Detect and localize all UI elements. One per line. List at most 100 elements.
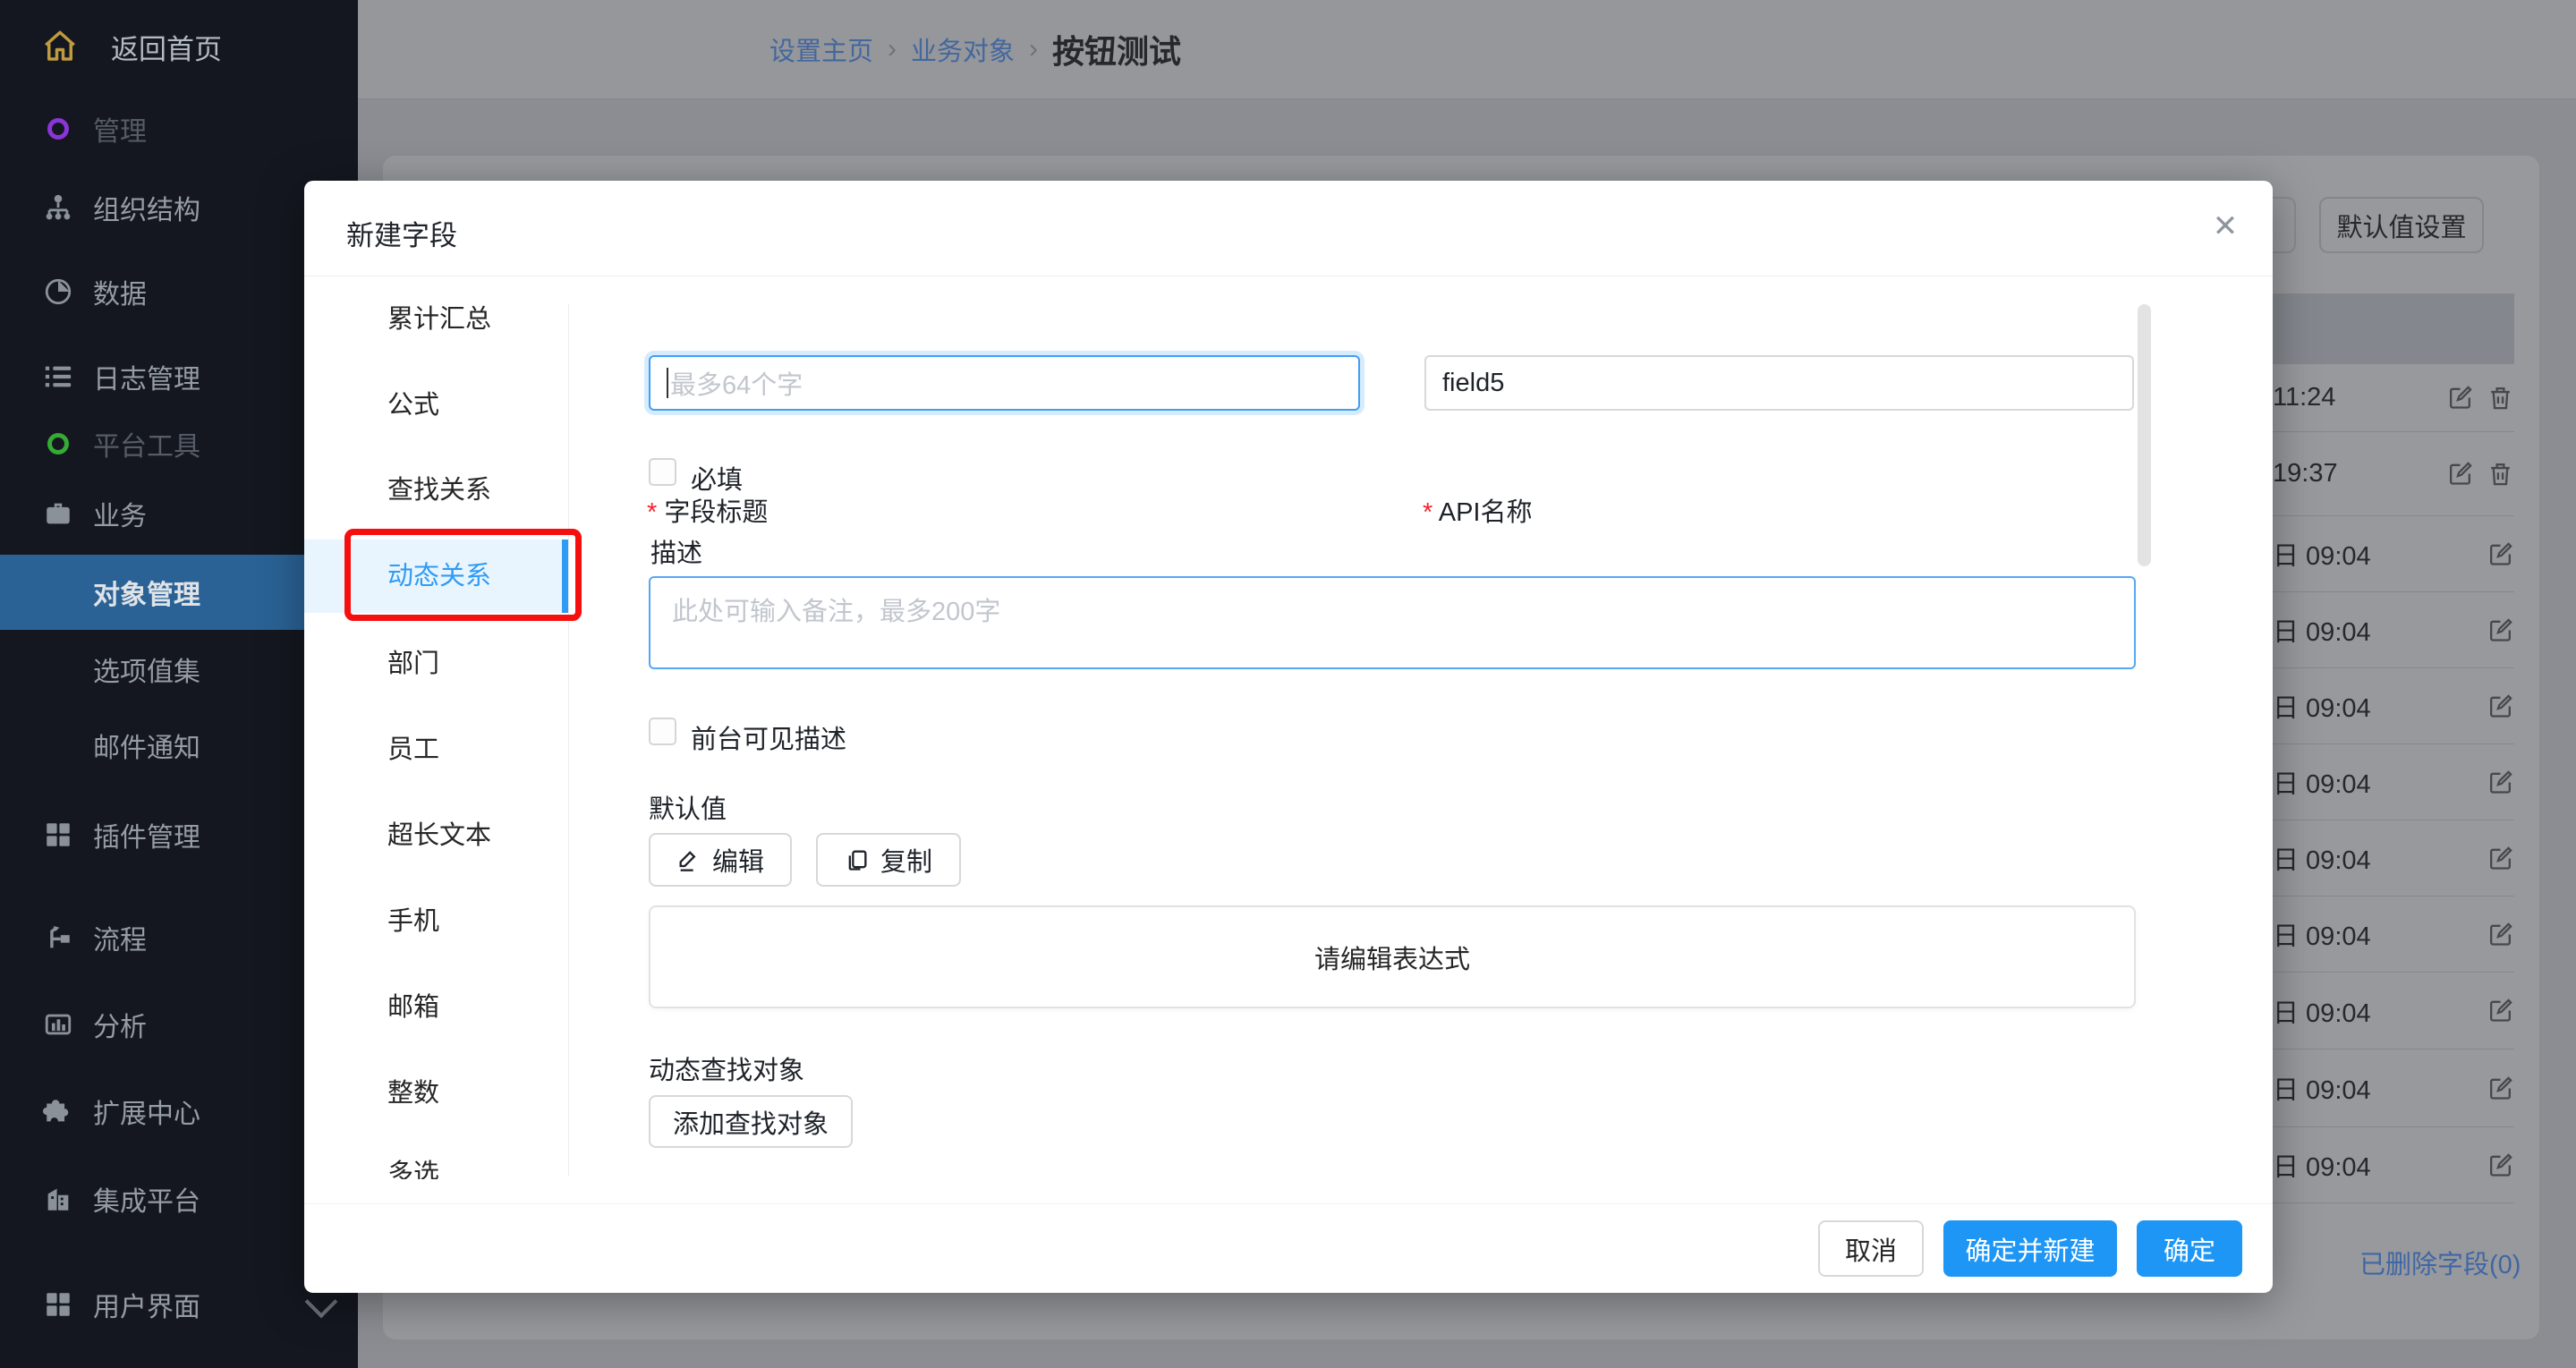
field-type-6[interactable]: 超长文本 [304,799,568,872]
modified-time: 日 09:04 [2273,1069,2371,1107]
table-row: 日 09:04 [2273,1127,2514,1203]
trash-icon[interactable] [2487,460,2514,488]
trash-icon[interactable] [2487,384,2514,412]
modal-title: 新建字段 [346,213,457,253]
edit-icon[interactable] [2487,1075,2514,1102]
sidebar-item-label: 数据 [93,272,147,311]
list-icon [43,361,73,392]
sidebar-item-label: 用户界面 [93,1285,200,1324]
field-type-4[interactable]: 部门 [304,627,568,701]
expression-box[interactable]: 请编辑表达式 [649,905,2136,1008]
modified-time: 日 09:04 [2273,915,2371,953]
api-name-label: API名称 [1423,491,1533,529]
table-row: 日 09:04 [2273,516,2514,592]
circle-green-icon [43,429,73,459]
edit-icon[interactable] [2487,692,2514,720]
field-type-5[interactable]: 员工 [304,713,568,786]
copy-icon [845,847,870,872]
briefcase-icon [43,498,73,529]
edit-button[interactable]: 编辑 [649,833,792,887]
field-type-2[interactable]: 查找关系 [304,454,568,527]
circle-purple-icon [43,114,73,144]
field-type-1[interactable]: 公式 [304,369,568,442]
field-title-input[interactable]: 最多64个字 [649,355,1360,411]
breadcrumb: 设置主页 › 业务对象 › 按钮测试 [769,0,1181,98]
field-type-0[interactable]: 累计汇总 [304,283,568,356]
copy-button[interactable]: 复制 [816,833,961,887]
field-type-7[interactable]: 手机 [304,885,568,958]
sidebar-item-label: 流程 [93,918,147,957]
front-visible-label: 前台可见描述 [691,718,846,756]
add-lookup-object-button[interactable]: 添加查找对象 [649,1095,853,1148]
edit-icon[interactable] [2487,769,2514,796]
sidebar-item-label: 日志管理 [93,357,200,396]
modified-time: 日 09:04 [2273,763,2371,801]
screen: 设置主页 › 业务对象 › 按钮测试 返回 默认值设置 11:2419:37日 … [0,0,2576,1368]
description-textarea[interactable]: 此处可输入备注，最多200字 [649,576,2136,669]
table-row: 日 09:04 [2273,973,2514,1049]
expression-placeholder: 请编辑表达式 [1314,939,1470,976]
field-type-3[interactable]: 动态关系 [304,540,568,613]
bar-chart-icon [43,1009,73,1040]
edit-icon[interactable] [2446,384,2474,412]
sidebar-item-label: 管理 [93,109,147,149]
edit-button-label: 编辑 [712,841,764,879]
default-value-settings-button[interactable]: 默认值设置 [2319,197,2484,253]
description-placeholder: 此处可输入备注，最多200字 [672,598,1000,626]
deleted-fields-link[interactable]: 已删除字段(0) [2359,1244,2521,1281]
close-icon[interactable]: ✕ [2203,204,2248,249]
field-type-list: 累计汇总公式查找关系动态关系部门员工超长文本手机邮箱整数多选 [304,276,568,1179]
flow-icon [43,922,73,953]
field-title-placeholder: 最多64个字 [670,364,803,402]
edit-icon[interactable] [2487,616,2514,644]
modal-scrollbar[interactable] [2138,304,2151,566]
confirm-and-new-button[interactable]: 确定并新建 [1943,1220,2117,1277]
org-chart-icon [43,192,73,223]
required-checkbox[interactable] [649,458,676,486]
table-row: 11:24 [2273,364,2514,432]
sidebar-home[interactable]: 返回首页 [0,13,358,81]
field-type-9[interactable]: 整数 [304,1057,568,1130]
pie-chart-icon [43,276,73,307]
field-type-10[interactable]: 多选 [304,1137,568,1179]
table-row: 日 09:04 [2273,592,2514,668]
modified-time: 日 09:04 [2273,992,2371,1030]
page-title: 按钮测试 [1052,26,1181,72]
confirm-button[interactable]: 确定 [2137,1220,2242,1277]
edit-icon[interactable] [2487,1151,2514,1179]
field-type-8[interactable]: 邮箱 [304,971,568,1044]
sidebar-item-label: 扩展中心 [93,1092,200,1131]
front-visible-checkbox[interactable] [649,718,676,745]
modified-time: 日 09:04 [2273,687,2371,725]
pencil-icon [676,847,701,872]
table-row: 日 09:04 [2273,668,2514,744]
table-row: 19:37 [2273,432,2514,516]
top-bar: 设置主页 › 业务对象 › 按钮测试 返回 [358,0,2576,99]
api-name-value: field5 [1442,369,1504,398]
table-row: 日 09:04 [2273,896,2514,973]
edit-icon[interactable] [2487,997,2514,1024]
type-list-divider [568,304,569,1176]
sidebar-item-label: 对象管理 [93,573,200,612]
edit-icon[interactable] [2487,845,2514,872]
edit-icon[interactable] [2446,460,2474,488]
sidebar-item-label: 业务 [93,494,147,533]
sidebar-item-label: 选项值集 [93,650,200,689]
default-value-label: 默认值 [649,788,727,826]
api-name-input[interactable]: field5 [1424,355,2134,411]
dynamic-lookup-label: 动态查找对象 [649,1049,804,1087]
new-field-modal: 新建字段 ✕ 累计汇总公式查找关系动态关系部门员工超长文本手机邮箱整数多选 字段… [304,181,2273,1293]
edit-icon[interactable] [2487,921,2514,948]
sidebar-item-0[interactable]: 管理 [0,91,358,166]
sidebar-item-label: 平台工具 [93,424,200,463]
breadcrumb-business-object[interactable]: 业务对象 [911,30,1015,68]
edit-icon[interactable] [2487,540,2514,568]
cancel-button[interactable]: 取消 [1818,1220,1924,1277]
modal-footer-divider [304,1203,2273,1204]
breadcrumb-separator-icon: › [1029,34,1038,64]
grid-icon [43,820,73,850]
breadcrumb-settings-home[interactable]: 设置主页 [769,30,873,68]
field-title-label: 字段标题 [647,491,768,529]
modified-time: 日 09:04 [2273,839,2371,877]
modified-time: 11:24 [2273,383,2335,412]
